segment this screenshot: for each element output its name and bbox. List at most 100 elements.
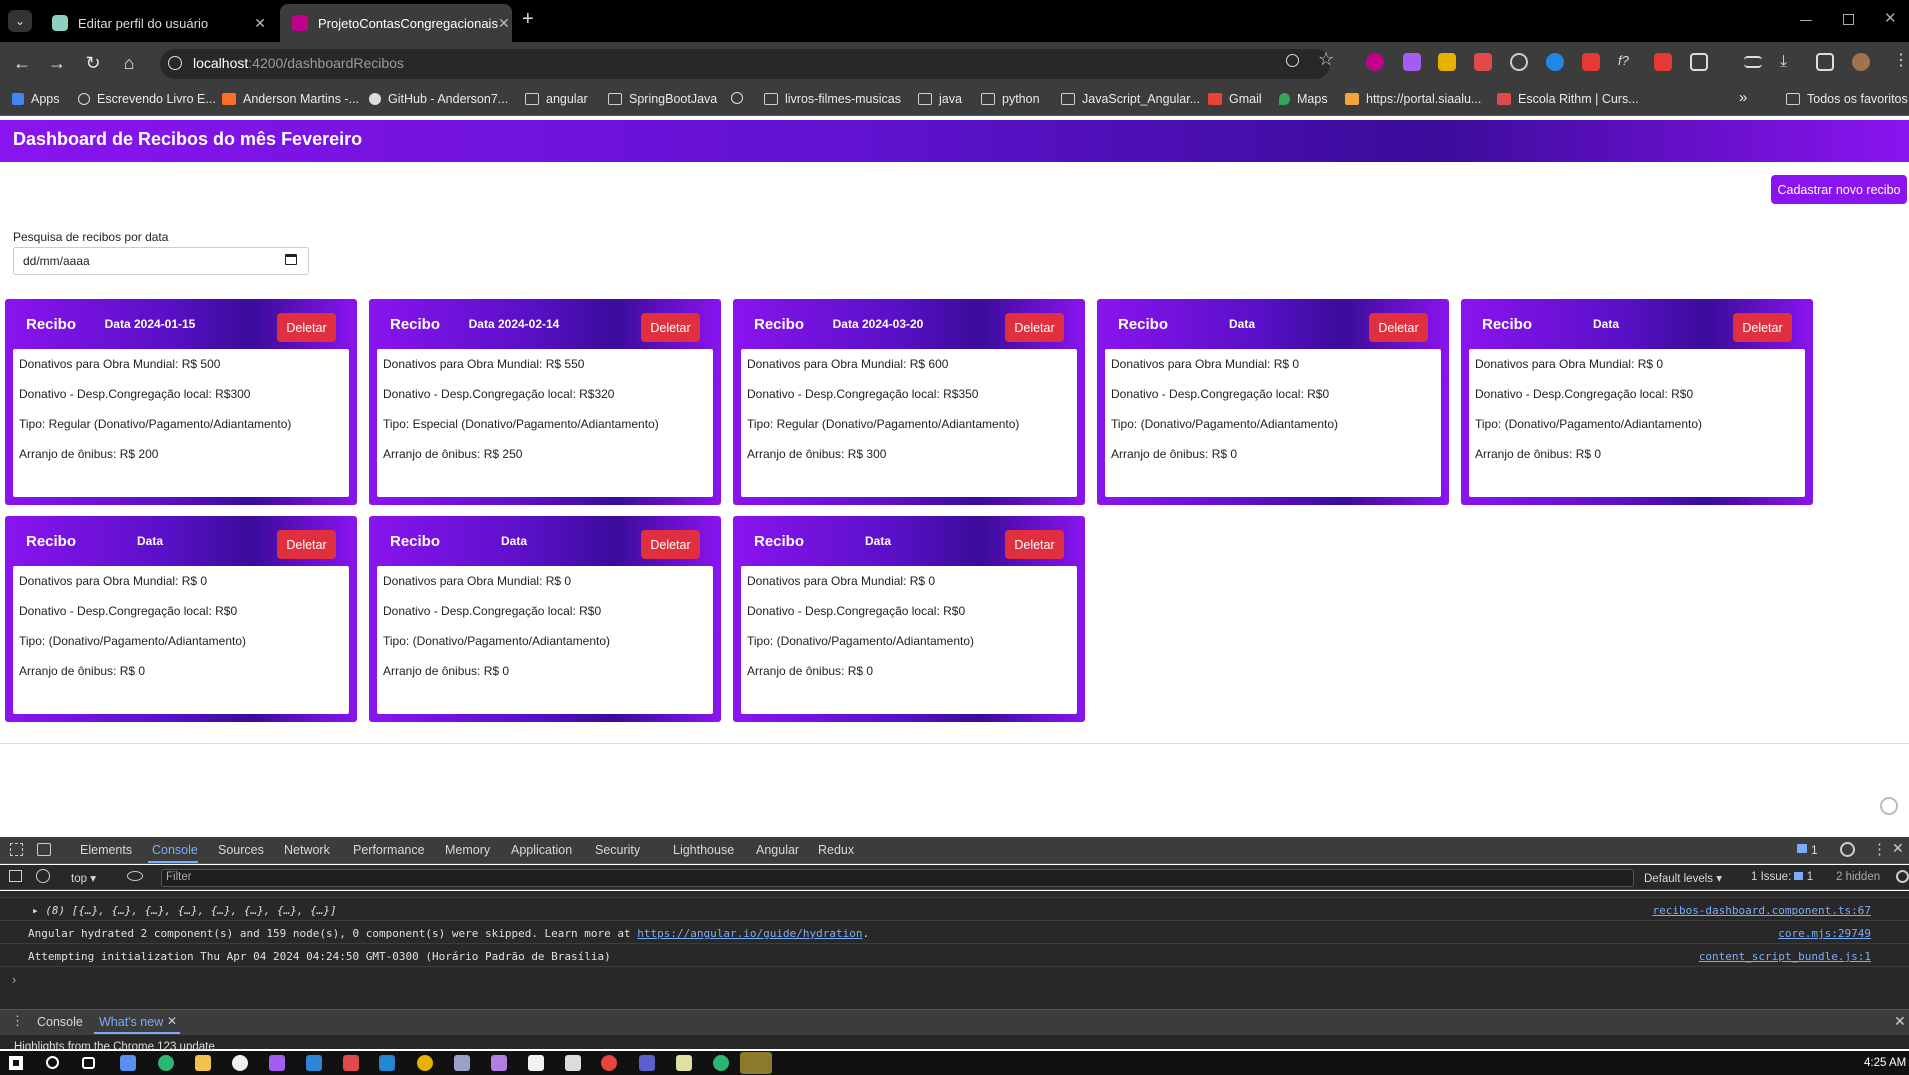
hydration-link[interactable]: https://angular.io/guide/hydration (637, 927, 862, 940)
devtools-tab-application[interactable]: Application (511, 843, 572, 857)
log-levels-dropdown[interactable]: Default levels ▾ (1644, 871, 1722, 885)
vscode-icon[interactable] (379, 1055, 395, 1071)
console-filter-input[interactable] (161, 869, 1634, 887)
devtools-tab-sources[interactable]: Sources (218, 843, 264, 857)
bookmark-apps[interactable]: Apps (12, 92, 60, 106)
delete-receipt-button[interactable]: Deletar (1005, 530, 1064, 559)
bookmark-github[interactable]: GitHub - Anderson7... (369, 92, 508, 106)
devtools-tab-performance[interactable]: Performance (353, 843, 425, 857)
bookmark-star-icon[interactable]: ☆ (1318, 49, 1334, 70)
console-settings-icon[interactable] (1896, 870, 1909, 883)
console-source-link[interactable]: content_script_bundle.js:1 (1699, 950, 1871, 963)
devtools-tab-angular[interactable]: Angular (756, 843, 799, 857)
extension-play-icon[interactable] (1654, 53, 1672, 71)
devtools-tab-network[interactable]: Network (284, 843, 330, 857)
extension-circle-icon[interactable] (1510, 53, 1528, 71)
devtools-tab-memory[interactable]: Memory (445, 843, 490, 857)
side-panel-icon[interactable] (1816, 53, 1834, 71)
bookmark-portal[interactable]: https://portal.siaalu... (1345, 92, 1481, 106)
device-toolbar-icon[interactable] (37, 843, 51, 856)
taskbar-app-dark-icon[interactable] (232, 1055, 248, 1071)
reload-icon[interactable]: ↻ (82, 52, 104, 74)
restore-icon[interactable] (1843, 14, 1854, 25)
taskbar-app-purple-icon[interactable] (269, 1055, 285, 1071)
url-text[interactable]: localhost:4200/dashboardRecibos (193, 55, 404, 71)
download-icon[interactable]: ⤓ (1780, 53, 1798, 71)
drawer-tab-console[interactable]: Console (37, 1015, 83, 1029)
close-drawer-tab-icon[interactable]: ✕ (167, 1014, 177, 1028)
extensions-puzzle-icon[interactable] (1690, 53, 1708, 71)
browser-tab-profile[interactable]: Editar perfil do usuário ✕ (40, 4, 278, 42)
extension-angular-icon[interactable] (1366, 53, 1384, 71)
browser-tab-active[interactable]: ProjetoContasCongregacionais ✕ (280, 4, 512, 42)
close-tab-icon[interactable]: ✕ (498, 15, 510, 32)
delete-receipt-button[interactable]: Deletar (277, 530, 336, 559)
avatar[interactable] (1852, 53, 1870, 71)
mail-icon[interactable] (306, 1055, 322, 1071)
bookmark-folder-springboot[interactable]: SpringBootJava (608, 92, 717, 106)
site-info-icon[interactable] (168, 56, 182, 70)
file-explorer-icon[interactable] (195, 1055, 211, 1071)
teams-icon[interactable] (639, 1055, 655, 1071)
back-icon[interactable]: ← (11, 52, 33, 74)
delete-receipt-button[interactable]: Deletar (641, 530, 700, 559)
bookmark-folder-python[interactable]: python (981, 92, 1040, 106)
taskbar-feather-icon[interactable] (491, 1055, 507, 1071)
context-selector[interactable]: top ▾ (71, 871, 96, 885)
extension-yellow-icon[interactable] (1438, 53, 1456, 71)
bookmark-gmail[interactable]: Gmail (1208, 92, 1262, 106)
issues-badge-count[interactable]: 1 (1811, 843, 1818, 857)
extension-record-icon[interactable] (1582, 53, 1600, 71)
delete-receipt-button[interactable]: Deletar (1005, 313, 1064, 342)
store-icon[interactable] (343, 1055, 359, 1071)
chrome-dev-icon[interactable] (713, 1055, 729, 1071)
devtools-close-icon[interactable]: ✕ (1892, 840, 1904, 857)
devtools-more-icon[interactable]: ⋮ (1872, 840, 1887, 858)
forward-icon[interactable]: → (46, 52, 68, 74)
extension-function-icon[interactable]: f? (1618, 53, 1636, 71)
bookmark-escrevendo[interactable]: Escrevendo Livro E... (78, 92, 216, 106)
edge-icon[interactable] (158, 1055, 174, 1071)
live-expression-eye-icon[interactable] (127, 871, 143, 881)
close-window-icon[interactable]: ✕ (1884, 9, 1897, 27)
close-tab-icon[interactable]: ✕ (254, 15, 266, 32)
notepad-icon[interactable] (676, 1055, 692, 1071)
extension-purple-icon[interactable] (1403, 53, 1421, 71)
bookmark-anderson[interactable]: Anderson Martins -... (222, 92, 359, 106)
sidebar-toggle-icon[interactable] (9, 870, 22, 882)
bookmark-escola[interactable]: Escola Rithm | Curs... (1497, 92, 1639, 106)
devtools-tab-elements[interactable]: Elements (80, 843, 132, 857)
bookmark-maps[interactable]: Maps (1279, 92, 1328, 106)
devtools-settings-icon[interactable] (1840, 842, 1855, 857)
devtools-tab-security[interactable]: Security (595, 843, 640, 857)
issues-counter[interactable]: 1 Issue: 1 (1751, 871, 1813, 883)
task-view-icon[interactable] (82, 1057, 95, 1069)
minimize-icon[interactable] (1800, 20, 1812, 21)
bookmark-folder-javascript[interactable]: JavaScript_Angular... (1061, 92, 1200, 106)
drawer-tab-whats-new[interactable]: What's new (99, 1015, 163, 1029)
chrome-menu-icon[interactable]: ⋮ (1893, 50, 1909, 70)
new-tab-button[interactable]: + (522, 8, 534, 31)
taskbar-app-box-icon[interactable] (565, 1055, 581, 1071)
start-windows-icon[interactable] (9, 1056, 23, 1070)
bookmark-all-favorites[interactable]: Todos os favoritos (1786, 92, 1908, 106)
delete-receipt-button[interactable]: Deletar (641, 313, 700, 342)
taskbar-app-1-icon[interactable] (120, 1055, 136, 1071)
devtools-tab-console[interactable]: Console (152, 843, 198, 857)
search-icon[interactable] (46, 1056, 59, 1069)
calendar-icon[interactable] (285, 254, 297, 265)
inspect-element-icon[interactable] (10, 843, 23, 856)
extension-multicolor-icon[interactable] (1474, 53, 1492, 71)
devtools-tab-lighthouse[interactable]: Lighthouse (673, 843, 734, 857)
delete-receipt-button[interactable]: Deletar (1733, 313, 1792, 342)
console-line-array[interactable]: ▸ (8) [{…}, {…}, {…}, {…}, {…}, {…}, {…}… (32, 904, 337, 917)
taskbar-bulb-icon[interactable] (417, 1055, 433, 1071)
taskbar-app-lines-icon[interactable] (454, 1055, 470, 1071)
bookmarks-overflow-chevron[interactable]: » (1739, 89, 1747, 106)
chrome-icon[interactable] (601, 1055, 617, 1071)
assistant-floating-icon[interactable] (1880, 797, 1898, 815)
console-source-link[interactable]: core.mjs:29749 (1778, 927, 1871, 940)
console-prompt[interactable]: › (12, 972, 16, 987)
bookmark-globe[interactable] (731, 92, 750, 104)
new-receipt-button[interactable]: Cadastrar novo recibo (1771, 175, 1907, 204)
